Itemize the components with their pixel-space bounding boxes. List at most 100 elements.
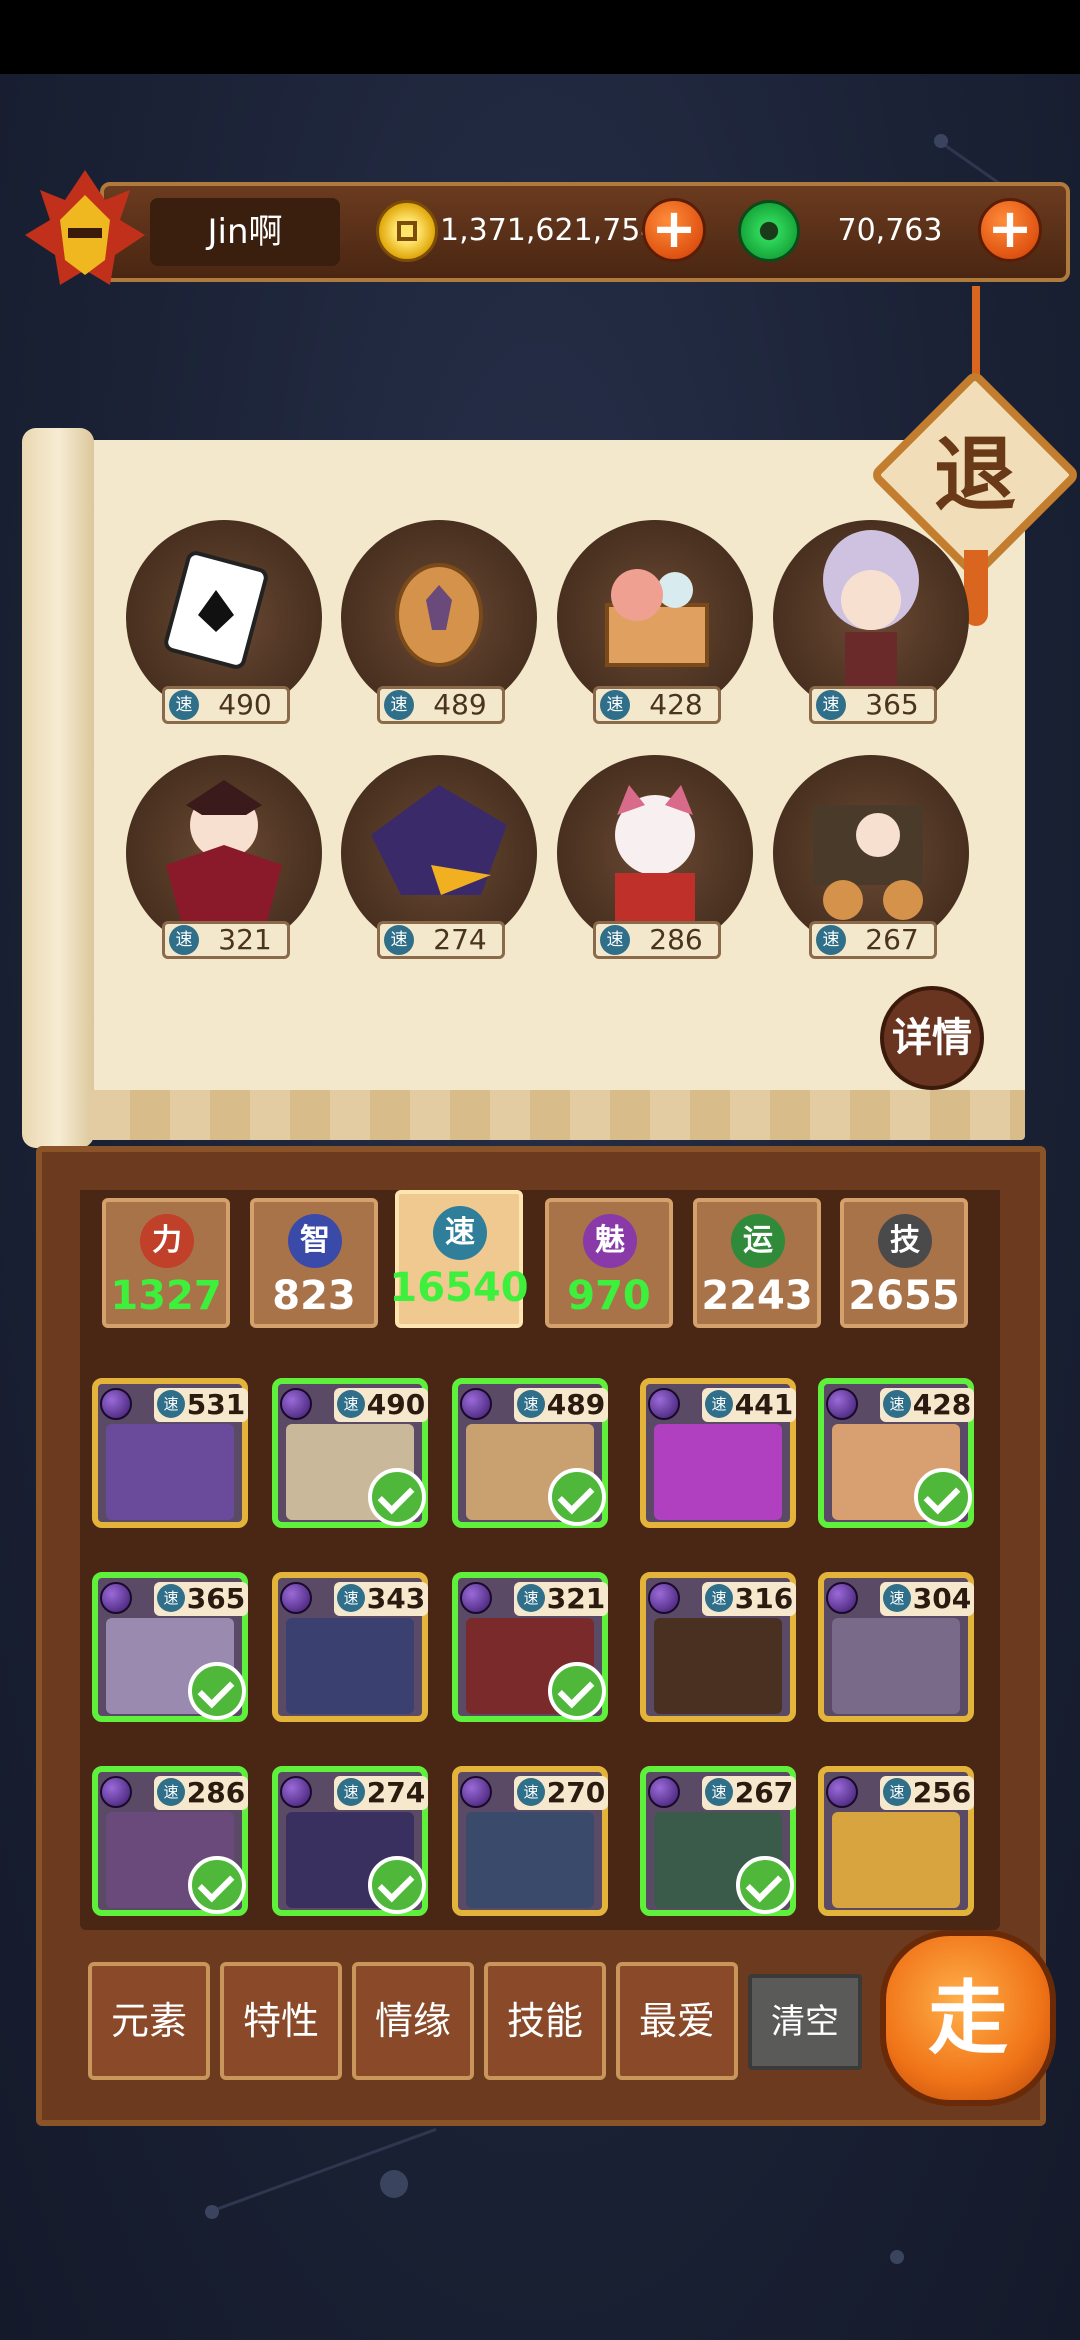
hero-card[interactable]: 速 321: [452, 1572, 608, 1722]
gold-amount: 1,371,621,754: [440, 213, 660, 248]
hero-card[interactable]: 速 365: [92, 1572, 248, 1722]
hero-speed-badge: 速 428: [880, 1388, 974, 1422]
team-slot[interactable]: 速 274: [341, 755, 537, 959]
hero-speed-value: 441: [734, 1388, 794, 1421]
filter-button[interactable]: 特性: [220, 1962, 342, 2080]
team-slot[interactable]: 速 321: [126, 755, 322, 959]
stat-value: 2655: [848, 1273, 960, 1319]
team-speed-value: 489: [433, 688, 487, 721]
speed-icon: 速: [705, 1778, 733, 1806]
hero-card[interactable]: 速 343: [272, 1572, 428, 1722]
player-name[interactable]: Jin啊: [150, 198, 340, 266]
team-slot[interactable]: 速 365: [773, 520, 969, 724]
hero-card[interactable]: 速 531: [92, 1378, 248, 1528]
go-button[interactable]: 走: [880, 1930, 1056, 2106]
stat-tab[interactable]: 运 2243: [693, 1198, 821, 1328]
hero-card[interactable]: 速 286: [92, 1766, 248, 1916]
element-orb-icon: [460, 1776, 492, 1808]
element-orb-icon: [100, 1388, 132, 1420]
hero-card[interactable]: 速 270: [452, 1766, 608, 1916]
gold-coin-icon: [376, 200, 438, 262]
stat-value: 823: [272, 1273, 356, 1319]
team-slot[interactable]: 速 489: [341, 520, 537, 724]
selected-check-icon: [914, 1468, 972, 1526]
team-slot[interactable]: 速 267: [773, 755, 969, 959]
element-orb-icon: [648, 1776, 680, 1808]
add-gold-button[interactable]: +: [642, 198, 706, 262]
element-orb-icon: [648, 1582, 680, 1614]
hero-card[interactable]: 速 274: [272, 1766, 428, 1916]
hero-card[interactable]: 速 489: [452, 1378, 608, 1528]
hero-card[interactable]: 速 304: [818, 1572, 974, 1722]
speed-icon: 速: [816, 925, 846, 955]
player-avatar[interactable]: [20, 160, 150, 300]
team-speed-value: 274: [433, 923, 487, 956]
team-slot[interactable]: 速 286: [557, 755, 753, 959]
team-speed-value: 286: [649, 923, 703, 956]
speed-icon: 速: [705, 1584, 733, 1612]
element-orb-icon: [826, 1776, 858, 1808]
team-speed-badge: 速 365: [809, 686, 937, 724]
exit-label: 退: [933, 427, 1016, 523]
stat-tab[interactable]: 技 2655: [840, 1198, 968, 1328]
speed-icon: 速: [157, 1778, 185, 1806]
hero-card[interactable]: 速 490: [272, 1378, 428, 1528]
element-orb-icon: [460, 1388, 492, 1420]
hero-card[interactable]: 速 428: [818, 1378, 974, 1528]
stat-tab[interactable]: 智 823: [250, 1198, 378, 1328]
hero-speed-badge: 速 490: [334, 1388, 428, 1422]
hero-speed-badge: 速 256: [880, 1776, 974, 1810]
constellation-star: [890, 2250, 904, 2264]
element-orb-icon: [100, 1776, 132, 1808]
hero-speed-value: 365: [186, 1582, 246, 1615]
stat-icon: 技: [878, 1214, 932, 1268]
hero-speed-badge: 速 489: [514, 1388, 608, 1422]
stat-icon: 魅: [583, 1214, 637, 1268]
add-jade-button[interactable]: +: [978, 198, 1042, 262]
stat-value: 2243: [701, 1273, 813, 1319]
hero-speed-value: 490: [366, 1388, 426, 1421]
hero-card[interactable]: 速 267: [640, 1766, 796, 1916]
hero-speed-badge: 速 441: [702, 1388, 796, 1422]
stat-value: 1327: [110, 1273, 222, 1319]
filter-button[interactable]: 情缘: [352, 1962, 474, 2080]
speed-icon: 速: [169, 690, 199, 720]
clear-button[interactable]: 清空: [748, 1974, 862, 2070]
hero-portrait: [106, 1424, 234, 1520]
team-speed-value: 428: [649, 688, 703, 721]
filter-button[interactable]: 元素: [88, 1962, 210, 2080]
hero-speed-badge: 速 267: [702, 1776, 796, 1810]
hero-card[interactable]: 速 441: [640, 1378, 796, 1528]
team-slot[interactable]: 速 490: [126, 520, 322, 724]
selected-check-icon: [736, 1856, 794, 1914]
hero-speed-value: 270: [546, 1776, 606, 1809]
hero-card[interactable]: 速 316: [640, 1572, 796, 1722]
speed-icon: 速: [384, 690, 414, 720]
hero-speed-value: 304: [912, 1582, 972, 1615]
filter-button[interactable]: 最爱: [616, 1962, 738, 2080]
constellation-star: [205, 2205, 219, 2219]
status-bar: [0, 0, 1080, 74]
stat-icon: 速: [433, 1206, 487, 1260]
team-slot[interactable]: 速 428: [557, 520, 753, 724]
jade-amount: 70,763: [837, 213, 943, 248]
stat-value: 970: [567, 1273, 651, 1319]
selected-check-icon: [368, 1468, 426, 1526]
hero-speed-badge: 速 316: [702, 1582, 796, 1616]
team-speed-value: 490: [218, 688, 272, 721]
speed-icon: 速: [157, 1390, 185, 1418]
stat-tab[interactable]: 力 1327: [102, 1198, 230, 1328]
selected-check-icon: [368, 1856, 426, 1914]
filter-button[interactable]: 技能: [484, 1962, 606, 2080]
speed-icon: 速: [816, 690, 846, 720]
element-orb-icon: [280, 1388, 312, 1420]
element-orb-icon: [460, 1582, 492, 1614]
selected-check-icon: [188, 1856, 246, 1914]
hero-card[interactable]: 速 256: [818, 1766, 974, 1916]
stat-tab[interactable]: 速 16540: [389, 1190, 529, 1328]
element-orb-icon: [826, 1582, 858, 1614]
speed-icon: 速: [705, 1390, 733, 1418]
stat-icon: 智: [288, 1214, 342, 1268]
stat-tab[interactable]: 魅 970: [545, 1198, 673, 1328]
details-button[interactable]: 详情: [880, 986, 984, 1090]
